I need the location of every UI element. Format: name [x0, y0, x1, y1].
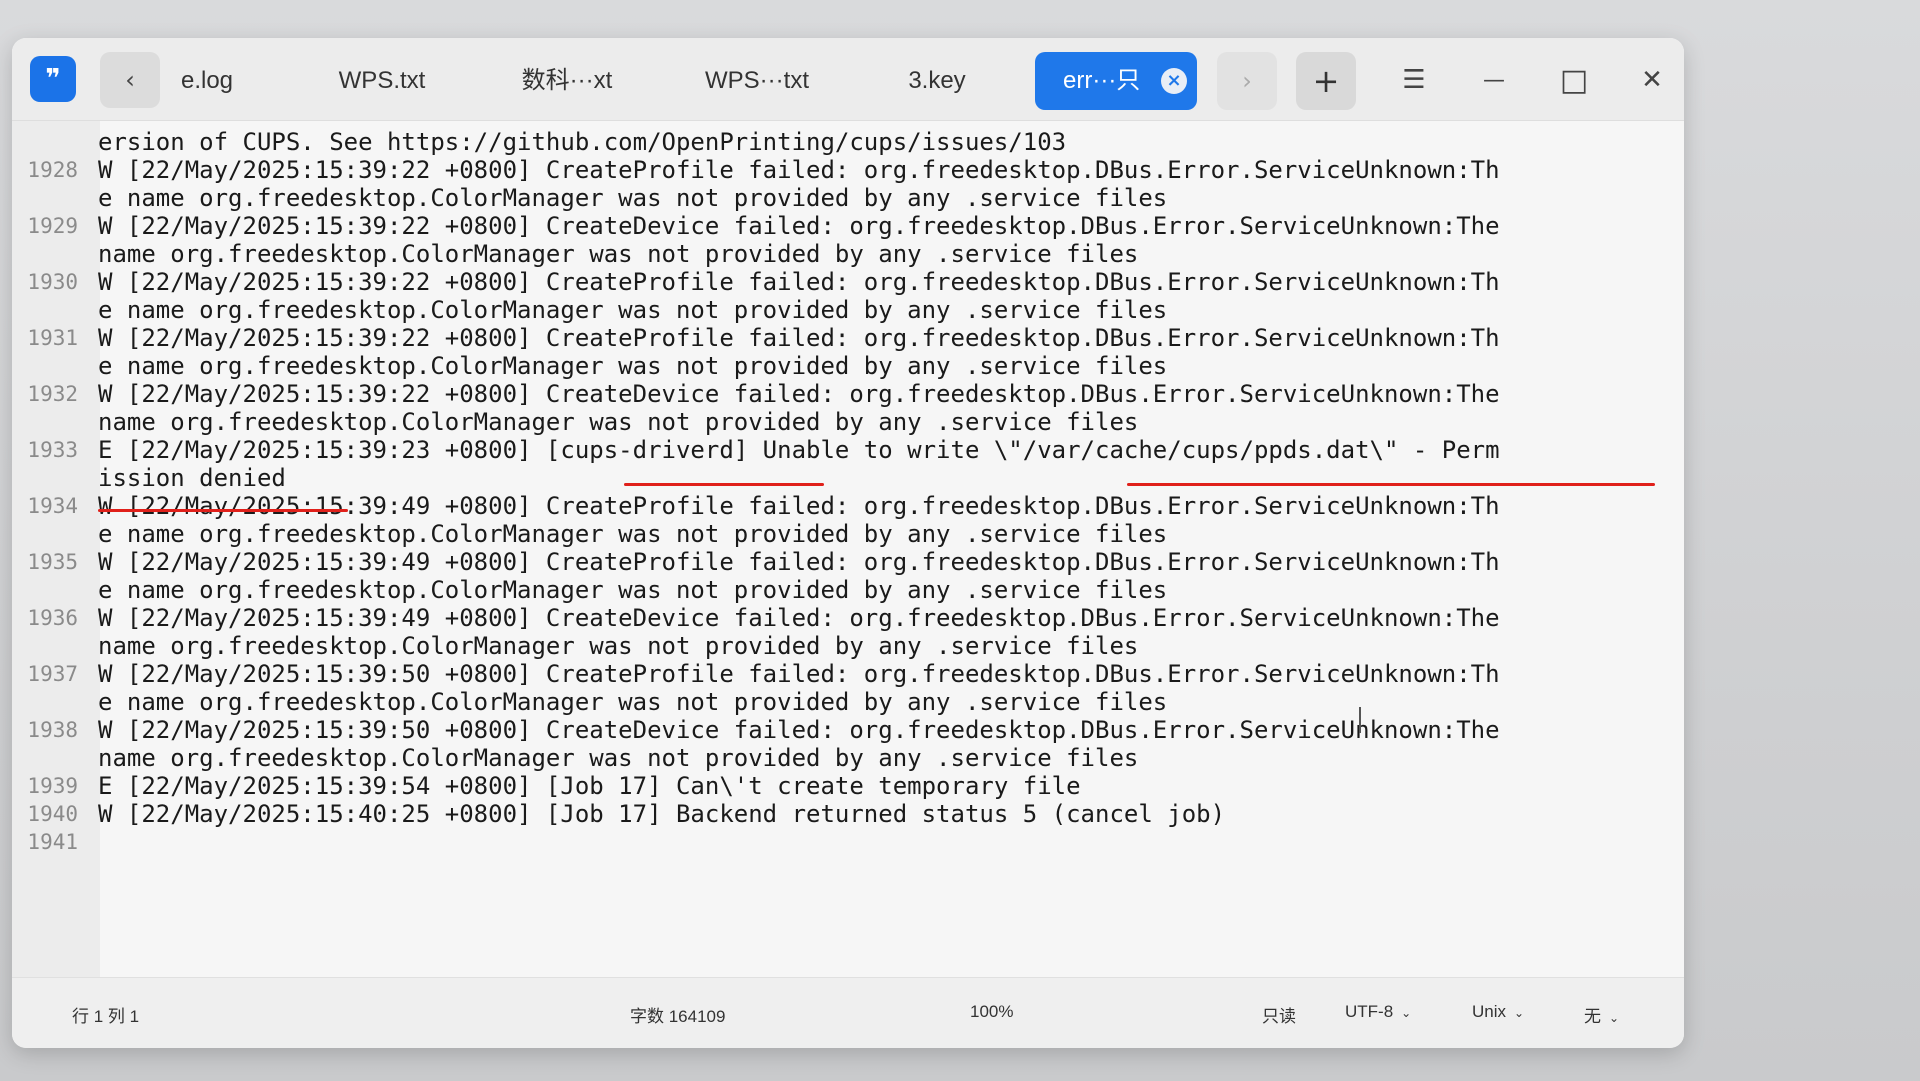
- annotation-underline: [1127, 483, 1655, 486]
- tab-shuke-txt[interactable]: 数科···xt: [492, 52, 642, 110]
- annotation-underline: [624, 483, 824, 486]
- tab-wps-txt[interactable]: WPS.txt: [312, 52, 452, 110]
- tab-label: err···只: [1063, 67, 1141, 94]
- line-text: e name org.freedesktop.ColorManager was …: [98, 688, 1168, 716]
- chevron-down-icon: ⌄: [1401, 1006, 1412, 1020]
- encoding-value: UTF-8: [1345, 1002, 1394, 1021]
- chevron-down-icon: ⌄: [1609, 1011, 1620, 1025]
- mouse-text-cursor: [1359, 707, 1361, 733]
- cursor-position: 行 1 列 1: [72, 1007, 140, 1026]
- line-text: name org.freedesktop.ColorManager was no…: [98, 744, 1139, 772]
- title-bar: ❞ ‹ e.log WPS.txt 数科···xt WPS···txt 3.ke…: [12, 38, 1684, 121]
- line-number: 1937: [27, 662, 78, 686]
- text-area[interactable]: ersion of CUPS. See https://github.com/O…: [12, 121, 1684, 978]
- line-ending-select[interactable]: Unix ⌄: [1472, 1002, 1524, 1022]
- line-text: ission denied: [98, 464, 286, 492]
- line-text: W [22/May/2025:15:39:49 +0800] CreateDev…: [98, 604, 1500, 632]
- minimize-button[interactable]: —: [1472, 60, 1516, 100]
- tab-scroll-right-button[interactable]: ›: [1217, 52, 1277, 110]
- line-text: W [22/May/2025:15:39:22 +0800] CreateDev…: [98, 212, 1500, 240]
- line-number: 1940: [27, 802, 78, 826]
- zoom-level[interactable]: 100%: [970, 1002, 1013, 1022]
- line-text: W [22/May/2025:15:39:49 +0800] CreatePro…: [98, 548, 1500, 576]
- new-tab-button[interactable]: +: [1296, 52, 1356, 110]
- status-bar: 行 1 列 1 字数 164109 100% 只读 UTF-8 ⌄ Unix ⌄ 无…: [12, 977, 1684, 1048]
- line-number: 1935: [27, 550, 78, 574]
- syntax-highlight-value: 无: [1584, 1007, 1601, 1026]
- tab-label: e.log: [180, 67, 234, 94]
- text-editor-window: ❞ ‹ e.log WPS.txt 数科···xt WPS···txt 3.ke…: [12, 38, 1684, 1048]
- line-text: e name org.freedesktop.ColorManager was …: [98, 520, 1168, 548]
- tab-label: WPS.txt: [338, 67, 426, 94]
- line-text: W [22/May/2025:15:40:25 +0800] [Job 17] …: [98, 800, 1226, 828]
- minimize-icon: —: [1483, 67, 1505, 93]
- chevron-right-icon: ›: [1242, 67, 1252, 95]
- line-number: 1936: [27, 606, 78, 630]
- line-text: E [22/May/2025:15:39:54 +0800] [Job 17] …: [98, 772, 1081, 800]
- tab-wps-ellipsis-txt[interactable]: WPS···txt: [682, 52, 832, 110]
- line-number: 1932: [27, 382, 78, 406]
- line-text: name org.freedesktop.ColorManager was no…: [98, 240, 1139, 268]
- line-text: W [22/May/2025:15:39:50 +0800] CreatePro…: [98, 660, 1500, 688]
- line-number: 1928: [27, 158, 78, 182]
- line-text: name org.freedesktop.ColorManager was no…: [98, 408, 1139, 436]
- maximize-icon: □: [1559, 62, 1589, 98]
- line-text: W [22/May/2025:15:39:22 +0800] CreatePro…: [98, 156, 1500, 184]
- tab-e-log[interactable]: e.log: [162, 52, 252, 110]
- close-window-button[interactable]: ✕: [1630, 60, 1674, 100]
- line-text: e name org.freedesktop.ColorManager was …: [98, 296, 1168, 324]
- line-text: e name org.freedesktop.ColorManager was …: [98, 184, 1168, 212]
- quote-icon[interactable]: ❞: [30, 56, 76, 102]
- tab-err-active[interactable]: err···只 ×: [1035, 52, 1197, 110]
- syntax-highlight-select[interactable]: 无 ⌄: [1584, 1002, 1619, 1027]
- line-number: 1939: [27, 774, 78, 798]
- readonly-indicator[interactable]: 只读: [1262, 1002, 1296, 1027]
- chevron-down-icon: ⌄: [1514, 1006, 1525, 1020]
- line-number: 1933: [27, 438, 78, 462]
- line-ending-value: Unix: [1472, 1002, 1507, 1021]
- tab-label: 数科···xt: [521, 67, 613, 94]
- line-text: W [22/May/2025:15:39:22 +0800] CreatePro…: [98, 324, 1500, 352]
- annotation-underline: [98, 509, 348, 512]
- line-number: 1929: [27, 214, 78, 238]
- line-text: W [22/May/2025:15:39:22 +0800] CreateDev…: [98, 380, 1500, 408]
- tab-label: WPS···txt: [705, 67, 809, 94]
- tab-label: 3.key: [908, 67, 966, 94]
- line-number: 1931: [27, 326, 78, 350]
- tab-3-key[interactable]: 3.key: [877, 52, 997, 110]
- encoding-select[interactable]: UTF-8 ⌄: [1345, 1002, 1411, 1022]
- character-count: 字数 164109: [630, 1007, 726, 1026]
- line-text: W [22/May/2025:15:39:50 +0800] CreateDev…: [98, 716, 1500, 744]
- line-number: 1938: [27, 718, 78, 742]
- maximize-button[interactable]: □: [1552, 60, 1596, 100]
- plus-icon: +: [1312, 62, 1340, 100]
- line-text: W [22/May/2025:15:39:22 +0800] CreatePro…: [98, 268, 1500, 296]
- line-text: e name org.freedesktop.ColorManager was …: [98, 576, 1168, 604]
- line-text: e name org.freedesktop.ColorManager was …: [98, 352, 1168, 380]
- line-number: 1934: [27, 494, 78, 518]
- line-number: 1941: [27, 830, 78, 854]
- chevron-left-icon: ‹: [125, 66, 135, 94]
- line-text: W [22/May/2025:15:39:49 +0800] CreatePro…: [98, 492, 1500, 520]
- line-number: 1930: [27, 270, 78, 294]
- tab-scroll-left-button[interactable]: ‹: [100, 52, 160, 108]
- hamburger-menu-icon: ☰: [1402, 65, 1426, 95]
- line-text: ersion of CUPS. See https://github.com/O…: [98, 128, 1067, 156]
- close-tab-icon[interactable]: ×: [1161, 68, 1187, 94]
- line-text: name org.freedesktop.ColorManager was no…: [98, 632, 1139, 660]
- close-icon: ✕: [1641, 65, 1663, 95]
- menu-button[interactable]: ☰: [1392, 60, 1436, 100]
- line-text: E [22/May/2025:15:39:23 +0800] [cups-dri…: [98, 436, 1500, 464]
